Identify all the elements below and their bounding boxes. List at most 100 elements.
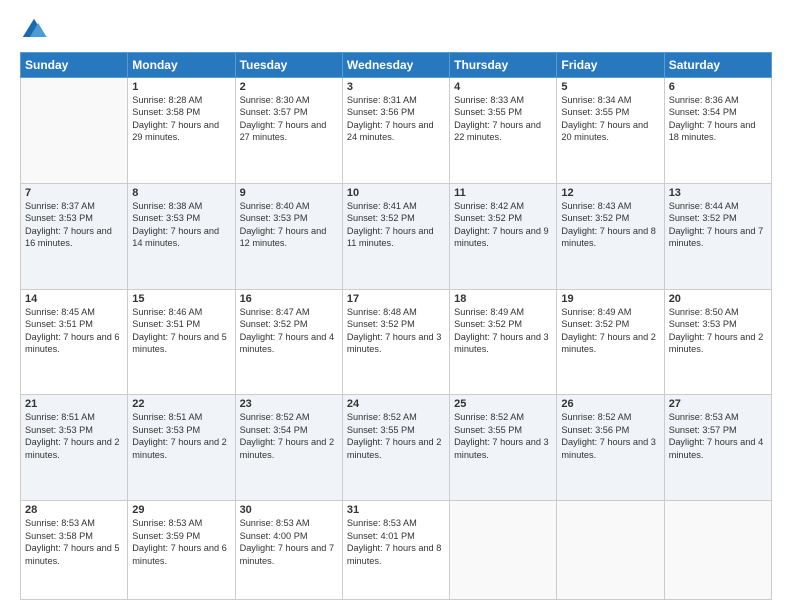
calendar-cell: [450, 501, 557, 600]
day-info: Sunrise: 8:50 AMSunset: 3:53 PMDaylight:…: [669, 306, 767, 356]
day-info: Sunrise: 8:33 AMSunset: 3:55 PMDaylight:…: [454, 94, 552, 144]
calendar-cell: [664, 501, 771, 600]
day-info: Sunrise: 8:42 AMSunset: 3:52 PMDaylight:…: [454, 200, 552, 250]
calendar-cell: [557, 501, 664, 600]
day-number: 17: [347, 293, 445, 305]
calendar-cell: 19Sunrise: 8:49 AMSunset: 3:52 PMDayligh…: [557, 289, 664, 395]
calendar-cell: 3Sunrise: 8:31 AMSunset: 3:56 PMDaylight…: [342, 78, 449, 184]
day-number: 4: [454, 81, 552, 93]
calendar-cell: 27Sunrise: 8:53 AMSunset: 3:57 PMDayligh…: [664, 395, 771, 501]
calendar-week-row: 21Sunrise: 8:51 AMSunset: 3:53 PMDayligh…: [21, 395, 772, 501]
day-info: Sunrise: 8:40 AMSunset: 3:53 PMDaylight:…: [240, 200, 338, 250]
calendar-cell: [21, 78, 128, 184]
logo-icon: [20, 16, 48, 44]
day-info: Sunrise: 8:30 AMSunset: 3:57 PMDaylight:…: [240, 94, 338, 144]
day-number: 18: [454, 293, 552, 305]
calendar-cell: 30Sunrise: 8:53 AMSunset: 4:00 PMDayligh…: [235, 501, 342, 600]
calendar-week-row: 1Sunrise: 8:28 AMSunset: 3:58 PMDaylight…: [21, 78, 772, 184]
calendar-cell: 23Sunrise: 8:52 AMSunset: 3:54 PMDayligh…: [235, 395, 342, 501]
day-number: 2: [240, 81, 338, 93]
calendar-table: SundayMondayTuesdayWednesdayThursdayFrid…: [20, 52, 772, 600]
calendar-cell: 14Sunrise: 8:45 AMSunset: 3:51 PMDayligh…: [21, 289, 128, 395]
day-number: 27: [669, 398, 767, 410]
day-info: Sunrise: 8:44 AMSunset: 3:52 PMDaylight:…: [669, 200, 767, 250]
day-info: Sunrise: 8:41 AMSunset: 3:52 PMDaylight:…: [347, 200, 445, 250]
calendar-cell: 6Sunrise: 8:36 AMSunset: 3:54 PMDaylight…: [664, 78, 771, 184]
calendar-week-row: 7Sunrise: 8:37 AMSunset: 3:53 PMDaylight…: [21, 183, 772, 289]
day-info: Sunrise: 8:36 AMSunset: 3:54 PMDaylight:…: [669, 94, 767, 144]
calendar-cell: 28Sunrise: 8:53 AMSunset: 3:58 PMDayligh…: [21, 501, 128, 600]
calendar-cell: 18Sunrise: 8:49 AMSunset: 3:52 PMDayligh…: [450, 289, 557, 395]
day-info: Sunrise: 8:51 AMSunset: 3:53 PMDaylight:…: [132, 411, 230, 461]
calendar-cell: 16Sunrise: 8:47 AMSunset: 3:52 PMDayligh…: [235, 289, 342, 395]
calendar-cell: 15Sunrise: 8:46 AMSunset: 3:51 PMDayligh…: [128, 289, 235, 395]
day-number: 22: [132, 398, 230, 410]
day-number: 19: [561, 293, 659, 305]
weekday-header: Monday: [128, 53, 235, 78]
weekday-header: Friday: [557, 53, 664, 78]
day-number: 3: [347, 81, 445, 93]
weekday-header: Sunday: [21, 53, 128, 78]
calendar-week-row: 14Sunrise: 8:45 AMSunset: 3:51 PMDayligh…: [21, 289, 772, 395]
day-info: Sunrise: 8:52 AMSunset: 3:56 PMDaylight:…: [561, 411, 659, 461]
day-number: 13: [669, 187, 767, 199]
day-number: 5: [561, 81, 659, 93]
day-info: Sunrise: 8:53 AMSunset: 4:00 PMDaylight:…: [240, 517, 338, 567]
day-info: Sunrise: 8:31 AMSunset: 3:56 PMDaylight:…: [347, 94, 445, 144]
day-number: 7: [25, 187, 123, 199]
logo: [20, 16, 50, 44]
day-number: 16: [240, 293, 338, 305]
header: [20, 16, 772, 44]
day-number: 21: [25, 398, 123, 410]
day-number: 8: [132, 187, 230, 199]
day-info: Sunrise: 8:49 AMSunset: 3:52 PMDaylight:…: [454, 306, 552, 356]
day-number: 6: [669, 81, 767, 93]
calendar-cell: 21Sunrise: 8:51 AMSunset: 3:53 PMDayligh…: [21, 395, 128, 501]
day-info: Sunrise: 8:53 AMSunset: 3:57 PMDaylight:…: [669, 411, 767, 461]
calendar-cell: 5Sunrise: 8:34 AMSunset: 3:55 PMDaylight…: [557, 78, 664, 184]
calendar-cell: 12Sunrise: 8:43 AMSunset: 3:52 PMDayligh…: [557, 183, 664, 289]
day-info: Sunrise: 8:38 AMSunset: 3:53 PMDaylight:…: [132, 200, 230, 250]
day-number: 9: [240, 187, 338, 199]
calendar-cell: 2Sunrise: 8:30 AMSunset: 3:57 PMDaylight…: [235, 78, 342, 184]
calendar-header-row: SundayMondayTuesdayWednesdayThursdayFrid…: [21, 53, 772, 78]
calendar-cell: 13Sunrise: 8:44 AMSunset: 3:52 PMDayligh…: [664, 183, 771, 289]
day-number: 23: [240, 398, 338, 410]
calendar-week-row: 28Sunrise: 8:53 AMSunset: 3:58 PMDayligh…: [21, 501, 772, 600]
day-info: Sunrise: 8:48 AMSunset: 3:52 PMDaylight:…: [347, 306, 445, 356]
day-info: Sunrise: 8:43 AMSunset: 3:52 PMDaylight:…: [561, 200, 659, 250]
day-number: 30: [240, 504, 338, 516]
calendar-cell: 22Sunrise: 8:51 AMSunset: 3:53 PMDayligh…: [128, 395, 235, 501]
calendar-cell: 10Sunrise: 8:41 AMSunset: 3:52 PMDayligh…: [342, 183, 449, 289]
day-info: Sunrise: 8:52 AMSunset: 3:55 PMDaylight:…: [454, 411, 552, 461]
calendar-cell: 8Sunrise: 8:38 AMSunset: 3:53 PMDaylight…: [128, 183, 235, 289]
calendar-cell: 25Sunrise: 8:52 AMSunset: 3:55 PMDayligh…: [450, 395, 557, 501]
day-number: 26: [561, 398, 659, 410]
calendar-cell: 17Sunrise: 8:48 AMSunset: 3:52 PMDayligh…: [342, 289, 449, 395]
calendar-body: 1Sunrise: 8:28 AMSunset: 3:58 PMDaylight…: [21, 78, 772, 600]
day-number: 12: [561, 187, 659, 199]
day-info: Sunrise: 8:46 AMSunset: 3:51 PMDaylight:…: [132, 306, 230, 356]
day-info: Sunrise: 8:45 AMSunset: 3:51 PMDaylight:…: [25, 306, 123, 356]
day-info: Sunrise: 8:49 AMSunset: 3:52 PMDaylight:…: [561, 306, 659, 356]
day-number: 24: [347, 398, 445, 410]
calendar-cell: 20Sunrise: 8:50 AMSunset: 3:53 PMDayligh…: [664, 289, 771, 395]
calendar-cell: 24Sunrise: 8:52 AMSunset: 3:55 PMDayligh…: [342, 395, 449, 501]
weekday-header: Wednesday: [342, 53, 449, 78]
day-info: Sunrise: 8:53 AMSunset: 3:59 PMDaylight:…: [132, 517, 230, 567]
calendar-cell: 11Sunrise: 8:42 AMSunset: 3:52 PMDayligh…: [450, 183, 557, 289]
day-number: 11: [454, 187, 552, 199]
calendar-cell: 1Sunrise: 8:28 AMSunset: 3:58 PMDaylight…: [128, 78, 235, 184]
calendar-cell: 26Sunrise: 8:52 AMSunset: 3:56 PMDayligh…: [557, 395, 664, 501]
calendar-cell: 9Sunrise: 8:40 AMSunset: 3:53 PMDaylight…: [235, 183, 342, 289]
day-info: Sunrise: 8:53 AMSunset: 4:01 PMDaylight:…: [347, 517, 445, 567]
day-info: Sunrise: 8:53 AMSunset: 3:58 PMDaylight:…: [25, 517, 123, 567]
day-info: Sunrise: 8:51 AMSunset: 3:53 PMDaylight:…: [25, 411, 123, 461]
day-info: Sunrise: 8:34 AMSunset: 3:55 PMDaylight:…: [561, 94, 659, 144]
day-info: Sunrise: 8:37 AMSunset: 3:53 PMDaylight:…: [25, 200, 123, 250]
day-number: 1: [132, 81, 230, 93]
day-info: Sunrise: 8:52 AMSunset: 3:55 PMDaylight:…: [347, 411, 445, 461]
day-number: 31: [347, 504, 445, 516]
day-info: Sunrise: 8:47 AMSunset: 3:52 PMDaylight:…: [240, 306, 338, 356]
weekday-header: Tuesday: [235, 53, 342, 78]
